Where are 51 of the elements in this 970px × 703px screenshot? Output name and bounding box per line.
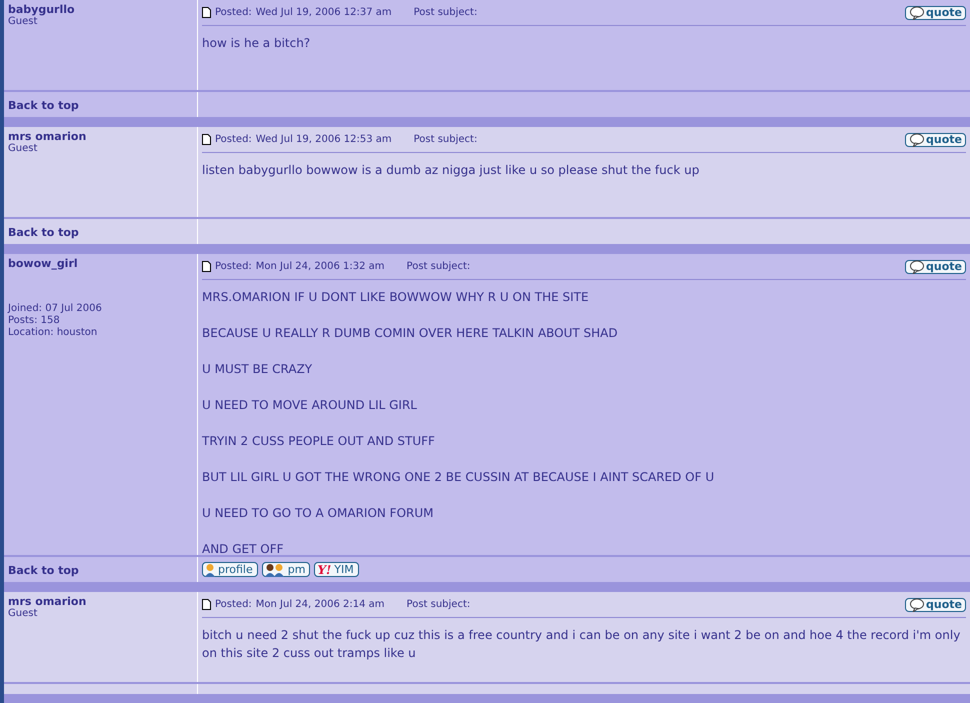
user-rank: Guest [8, 608, 38, 619]
user-detail: Joined: 07 Jul 2006 [8, 303, 103, 315]
quote-button[interactable]: quote [905, 6, 966, 20]
post-date: Wed Jul 19, 2006 12:37 am [256, 7, 392, 18]
user-rank: Guest [8, 16, 38, 27]
user-detail: Posts: 158 [8, 315, 61, 327]
post-text: AND GET OFF [202, 541, 285, 558]
posted-label: Posted: [215, 599, 252, 610]
post-text: listen babygurllo bowwow is a dumb az nigga just like u so please shut the fuck up [202, 162, 700, 179]
post-text: U NEED TO GO TO A OMARION FORUM [202, 505, 434, 522]
post-subject-label: Post subject: [414, 134, 478, 145]
speech-bubble-icon [910, 598, 924, 612]
quote-button[interactable]: quote [905, 132, 966, 146]
post-date: Wed Jul 19, 2006 12:53 am [256, 134, 392, 145]
post-text: BECAUSE U REALLY R DUMB COMIN OVER HERE TALKIN ABOUT SHAD [202, 325, 619, 342]
profile-button[interactable]: profile [202, 562, 258, 577]
post-subject-label: Post subject: [414, 7, 478, 18]
posted-label: Posted: [215, 261, 252, 272]
post-text: MRS.OMARION IF U DONT LIKE BOWWOW WHY R U ON THE SITE [202, 289, 590, 306]
post-subject-label: Post subject: [406, 261, 470, 272]
posted-label: Posted: [215, 134, 252, 145]
post-date: Mon Jul 24, 2006 1:32 am [256, 261, 385, 272]
posted-label: Posted: [215, 7, 252, 18]
yahoo-logo: Y! [317, 562, 332, 576]
quote-button[interactable]: quote [905, 260, 966, 274]
user-rank: Guest [8, 143, 38, 154]
author-name: mrs omarion [8, 595, 88, 608]
post-icon [202, 7, 211, 18]
speech-bubble-icon [910, 133, 924, 146]
author-name: babygurllo [8, 3, 76, 16]
post-text: BUT LIL GIRL U GOT THE WRONG ONE 2 BE CUSSIN AT BECAUSE I AINT SCARED OF U [202, 469, 716, 486]
pm-button[interactable]: pm [262, 562, 310, 577]
author-name: mrs omarion [8, 130, 88, 143]
post-icon [202, 599, 211, 610]
two-persons-icon [264, 562, 285, 576]
user-detail: Location: houston [8, 327, 98, 339]
person-icon [205, 562, 215, 576]
speech-bubble-icon [910, 260, 924, 274]
post-date: Mon Jul 24, 2006 2:14 am [256, 599, 385, 610]
post-text: bitch u need 2 shut the fuck up cuz this is a free country and i can be on any site i want 2 be on and hoe 4 the record i'm only on this site 2 cuss out tramps like u [202, 627, 962, 662]
quote-button[interactable]: quote [905, 598, 966, 612]
post-text: how is he a bitch? [202, 35, 312, 52]
post-text: U MUST BE CRAZY [202, 361, 314, 378]
post-subject-label: Post subject: [406, 599, 470, 610]
author-name: bowow_girl [8, 257, 79, 270]
post-icon [202, 261, 211, 272]
post-icon [202, 134, 211, 145]
speech-bubble-icon [910, 6, 924, 20]
yim-button[interactable]: Y! YIM [314, 562, 359, 577]
post-text: TRYIN 2 CUSS PEOPLE OUT AND STUFF [202, 433, 436, 450]
post-text: U NEED TO MOVE AROUND LIL GIRL [202, 397, 418, 414]
